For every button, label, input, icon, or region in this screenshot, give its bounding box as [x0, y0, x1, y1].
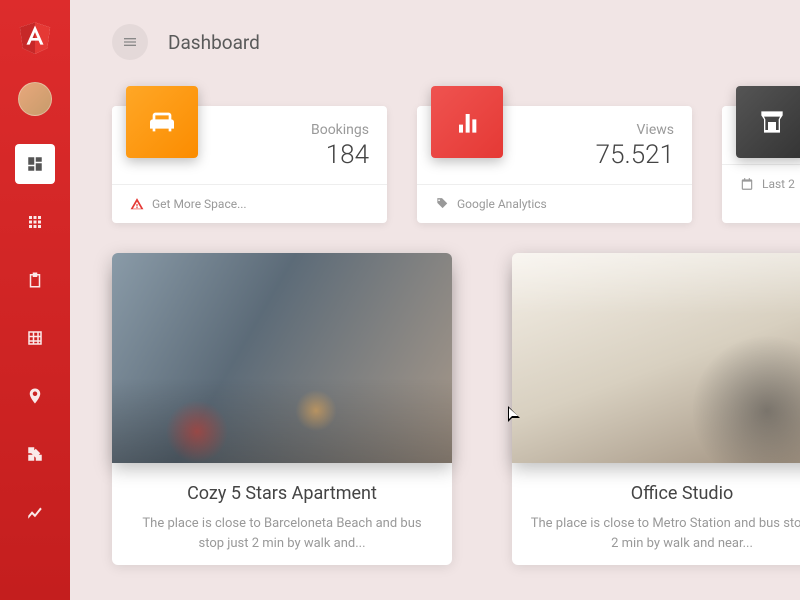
nav-dashboard[interactable]	[15, 144, 55, 184]
nav-apps[interactable]	[15, 202, 55, 242]
stat-card-partial[interactable]: Last 2	[722, 106, 800, 223]
menu-icon[interactable]	[112, 24, 148, 60]
stat-footer[interactable]: Get More Space...	[112, 184, 387, 223]
stat-footer[interactable]: Google Analytics	[417, 184, 692, 223]
stat-card-views[interactable]: Views 75.521 Google Analytics	[417, 106, 692, 223]
listing-desc: The place is close to Metro Station and …	[530, 514, 800, 553]
sofa-icon	[126, 86, 198, 158]
listing-image	[512, 253, 800, 463]
listing-card[interactable]: Office Studio The place is close to Metr…	[512, 273, 800, 565]
stats-row: Bookings 184 Get More Space... Views 75.…	[112, 106, 800, 223]
nav-clipboard[interactable]	[15, 260, 55, 300]
sidebar	[0, 0, 70, 600]
nav-widgets[interactable]	[15, 434, 55, 474]
nav-table[interactable]	[15, 318, 55, 358]
warning-icon	[130, 197, 144, 211]
listing-image	[112, 253, 452, 463]
page-header: Dashboard	[112, 24, 800, 60]
store-icon	[736, 86, 800, 158]
nav-location[interactable]	[15, 376, 55, 416]
listing-title: Cozy 5 Stars Apartment	[130, 483, 434, 504]
angular-logo	[17, 18, 53, 58]
tag-icon	[435, 197, 449, 211]
stat-footer[interactable]: Last 2	[722, 164, 800, 203]
calendar-icon	[740, 177, 754, 191]
listing-card[interactable]: Cozy 5 Stars Apartment The place is clos…	[112, 273, 452, 565]
stat-card-bookings[interactable]: Bookings 184 Get More Space...	[112, 106, 387, 223]
user-avatar[interactable]	[18, 82, 52, 116]
listings-row: Cozy 5 Stars Apartment The place is clos…	[112, 273, 800, 565]
nav-charts[interactable]	[15, 492, 55, 532]
bar-chart-icon	[431, 86, 503, 158]
main-content: Dashboard Bookings 184 Get More Space...…	[70, 0, 800, 565]
listing-title: Office Studio	[530, 483, 800, 504]
listing-desc: The place is close to Barceloneta Beach …	[130, 514, 434, 553]
page-title: Dashboard	[168, 31, 260, 54]
